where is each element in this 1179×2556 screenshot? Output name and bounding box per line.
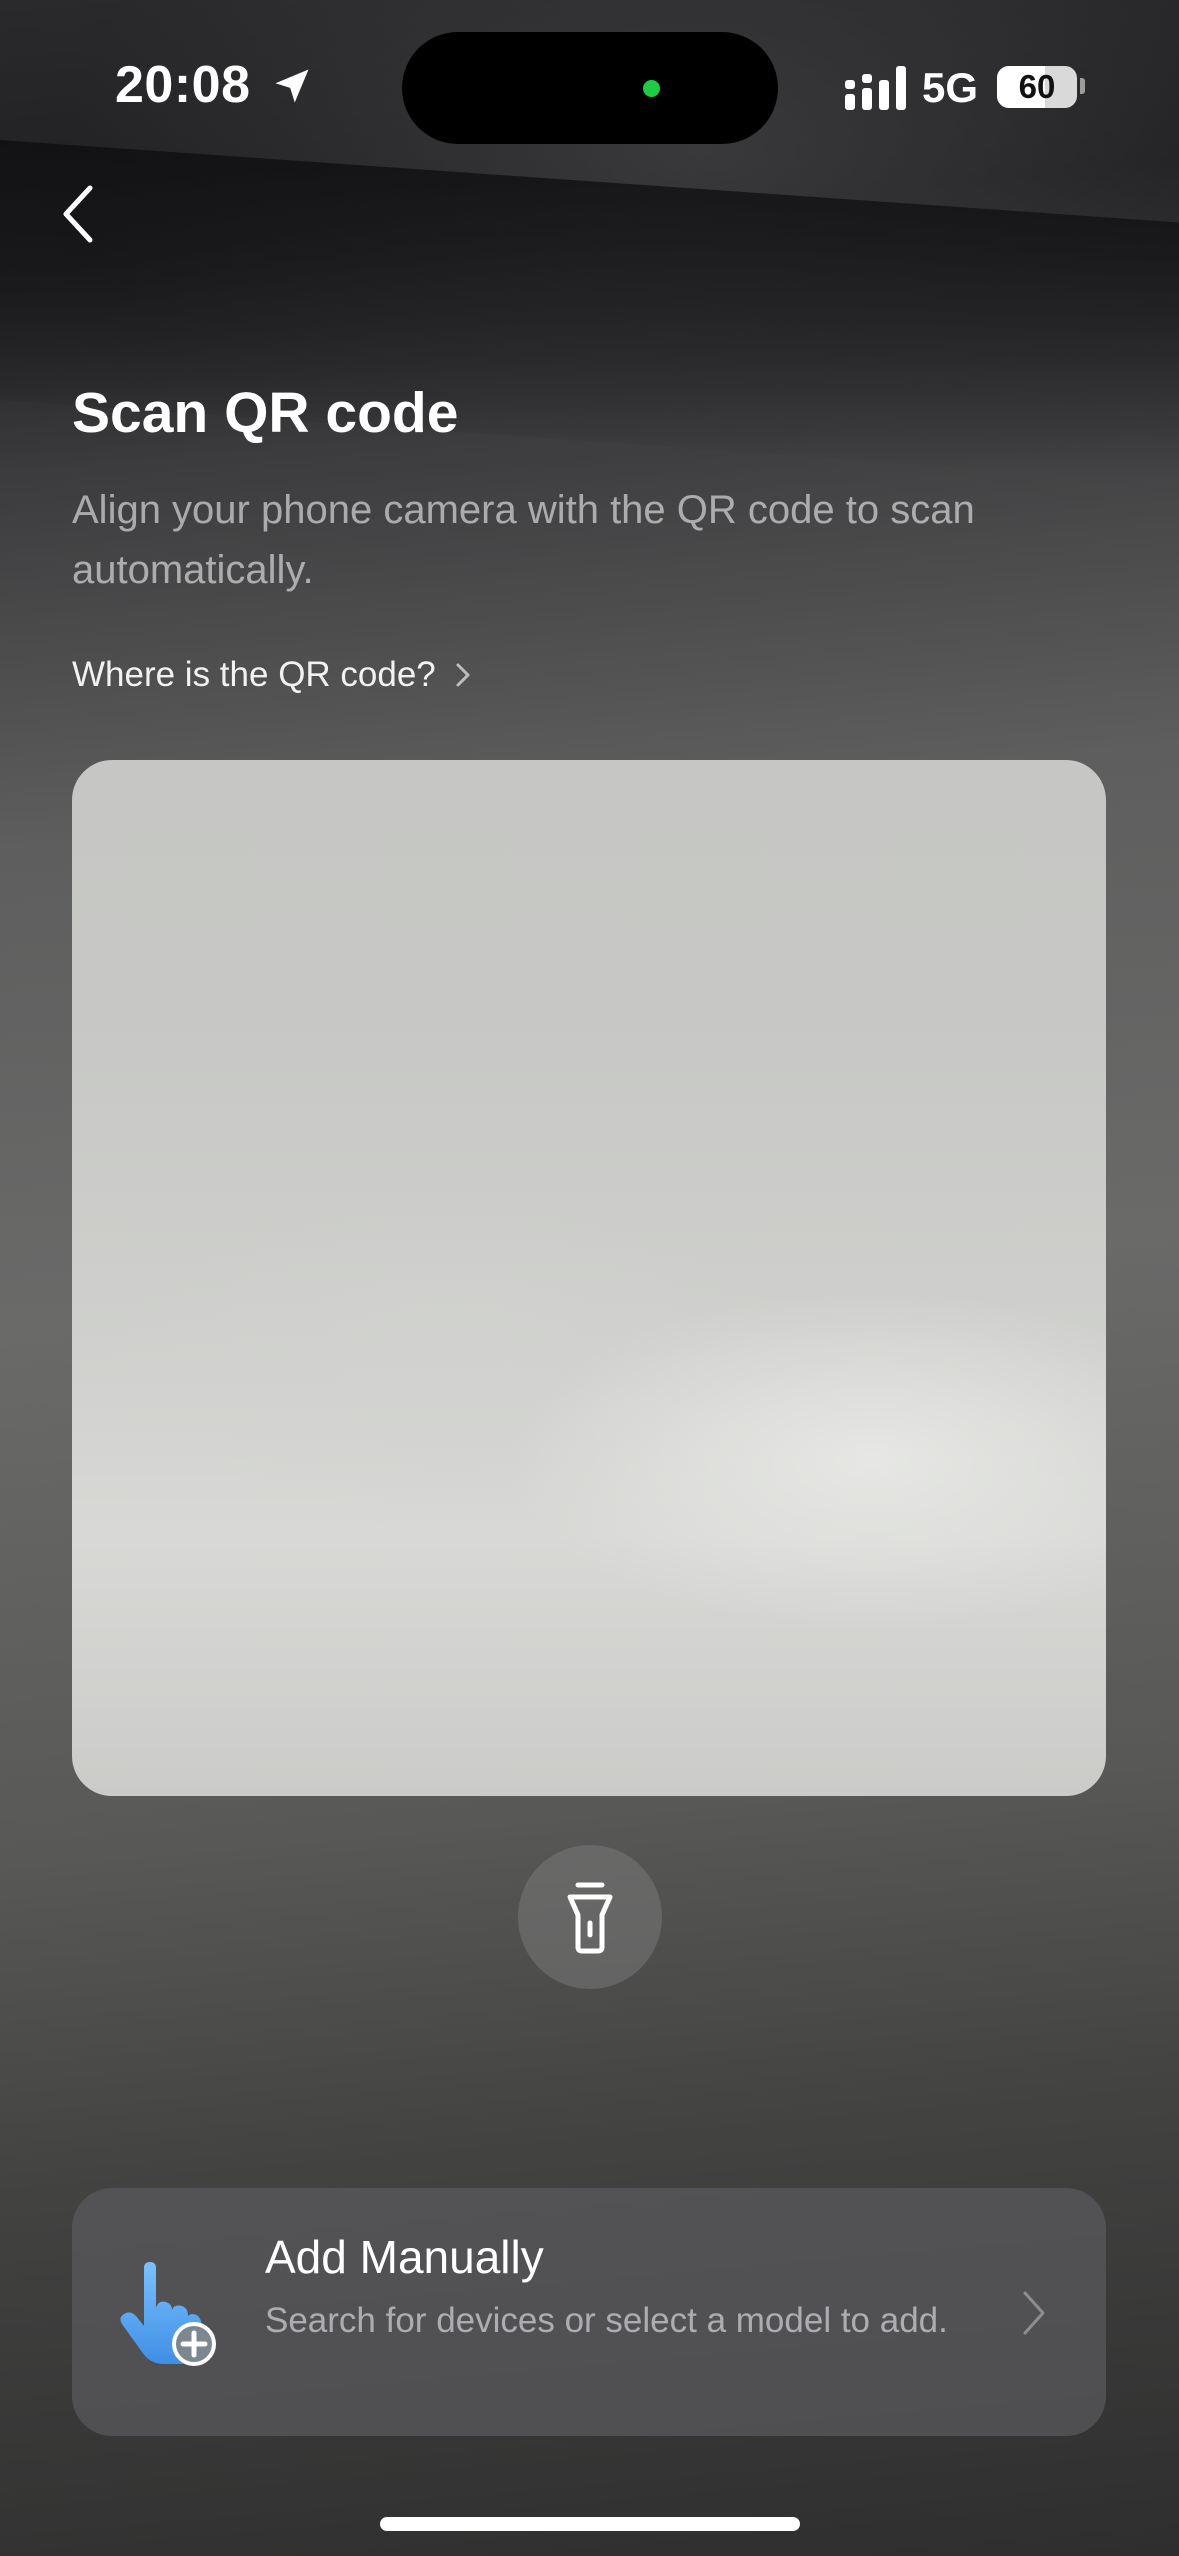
battery-percent: 60: [1018, 68, 1056, 105]
battery-cap: [1080, 78, 1085, 94]
chevron-right-icon: [1023, 2291, 1045, 2335]
chevron-right-icon: [456, 663, 470, 687]
qr-scanner-viewfinder: [72, 760, 1106, 1796]
camera-active-indicator: [643, 80, 660, 97]
page-subtitle: Align your phone camera with the QR code…: [72, 488, 975, 592]
flashlight-button[interactable]: [518, 1845, 662, 1989]
status-time: 20:08: [115, 56, 251, 114]
page-title: Scan QR code: [72, 381, 459, 445]
help-link-label: Where is the QR code?: [72, 655, 436, 694]
tap-hand-add-icon: [120, 2262, 216, 2366]
where-is-qr-code-link[interactable]: Where is the QR code?: [72, 650, 472, 700]
cellular-signal-icon: [845, 66, 906, 110]
add-manually-title: Add Manually: [265, 2231, 544, 2283]
battery-indicator: 60: [997, 66, 1077, 108]
location-arrow-icon: [275, 69, 309, 103]
flashlight-icon: [567, 1882, 613, 1954]
dynamic-island: [402, 32, 778, 144]
status-bar: 20:08 5G 60: [0, 0, 1179, 175]
network-type: 5G: [922, 64, 979, 111]
back-button[interactable]: [48, 178, 108, 250]
chevron-left-icon: [63, 185, 93, 243]
add-manually-card[interactable]: Add Manually Search for devices or selec…: [72, 2188, 1106, 2436]
add-manually-subtitle: Search for devices or select a model to …: [265, 2301, 948, 2340]
home-indicator[interactable]: [380, 2517, 800, 2531]
